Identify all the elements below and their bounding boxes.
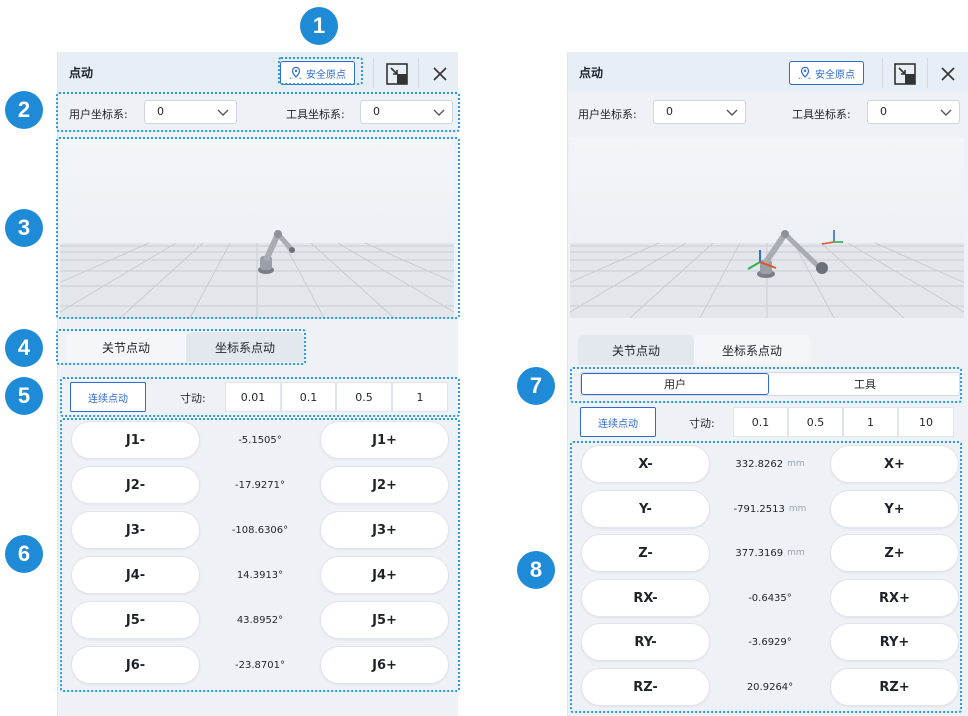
- inch-option[interactable]: 1: [843, 407, 898, 437]
- annotation-box-1: [278, 57, 363, 85]
- user-coord-value: 0: [666, 105, 673, 118]
- panel-header: 点动 安全原点: [58, 52, 458, 92]
- tool-coord-label: 工具坐标系:: [792, 108, 851, 121]
- divider: [927, 58, 928, 88]
- location-pin-icon: [798, 66, 812, 79]
- chevron-down-icon: [940, 109, 952, 116]
- tab-coordinate-jog[interactable]: 坐标系点动: [694, 335, 810, 365]
- callout-6: 6: [5, 535, 43, 573]
- jog-mode-tabs: 关节点动 坐标系点动: [568, 335, 968, 365]
- robot-3d-viewport[interactable]: [570, 138, 964, 318]
- callout-4: 4: [5, 329, 43, 367]
- annotation-box-8: [570, 441, 962, 713]
- tool-coord-select[interactable]: 0: [867, 100, 960, 124]
- coordinate-selectors: 用户坐标系: 0 工具坐标系: 0: [568, 94, 968, 132]
- robot-scene: [570, 230, 964, 318]
- callout-8: 8: [517, 551, 555, 589]
- inch-option[interactable]: 10: [898, 407, 954, 437]
- close-icon[interactable]: [934, 60, 962, 88]
- safe-home-label: 安全原点: [815, 69, 855, 81]
- annotation-box-5: [60, 377, 460, 417]
- divider: [373, 58, 374, 88]
- close-icon[interactable]: [426, 60, 454, 88]
- tab-joint-jog[interactable]: 关节点动: [578, 335, 694, 365]
- user-coord-select[interactable]: 0: [653, 100, 746, 124]
- panel-header: 点动 安全原点: [568, 52, 968, 92]
- annotation-box-4: [56, 329, 306, 365]
- user-coord-label: 用户坐标系:: [578, 108, 637, 121]
- annotation-box-3: [56, 137, 460, 319]
- panel-title: 点动: [579, 66, 604, 80]
- inch-label: 寸动:: [689, 417, 715, 430]
- divider: [418, 58, 419, 88]
- minimize-window-icon[interactable]: [383, 60, 411, 88]
- callout-5: 5: [5, 377, 43, 415]
- callout-7: 7: [517, 367, 555, 405]
- callout-1: 1: [300, 7, 338, 45]
- panel-title: 点动: [69, 66, 94, 80]
- inch-option[interactable]: 0.1: [733, 407, 788, 437]
- callout-2: 2: [5, 91, 43, 129]
- inch-step-row: 连续点动 寸动: 0.1 0.5 1 10: [580, 405, 964, 439]
- safe-home-button[interactable]: 安全原点: [789, 61, 864, 85]
- divider: [882, 58, 883, 88]
- continuous-jog-button[interactable]: 连续点动: [580, 407, 656, 437]
- annotation-box-6: [60, 418, 460, 692]
- inch-option[interactable]: 0.5: [788, 407, 843, 437]
- minimize-window-icon[interactable]: [891, 60, 919, 88]
- annotation-box-7: [570, 367, 962, 403]
- annotation-box-2: [56, 92, 460, 132]
- tool-coord-value: 0: [880, 105, 887, 118]
- callout-3: 3: [5, 209, 43, 247]
- chevron-down-icon: [726, 109, 738, 116]
